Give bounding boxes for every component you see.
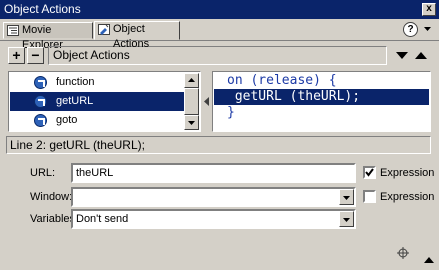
target-icon[interactable] [397,247,409,259]
minus-icon: − [31,47,40,63]
scroll-down-icon [188,121,195,125]
object-actions-icon [98,24,110,35]
list-item-label: getURL [56,95,94,107]
breadcrumb: Object Actions [48,46,387,65]
code-line[interactable]: on (release) { [214,73,429,89]
collapse-up-icon[interactable] [423,254,435,266]
triangle-down-icon[interactable] [394,48,410,63]
list-scrollbar[interactable] [184,73,199,130]
window-label: Window: [30,191,73,203]
scroll-thumb[interactable] [184,88,199,115]
tab-label: Object Actions [113,23,150,50]
collapse-left-icon[interactable] [204,97,210,106]
variables-select[interactable]: Don't send [71,209,356,229]
actions-toolbar: + − Object Actions [0,43,439,69]
checkmark-icon [365,168,374,177]
plus-icon: + [12,47,21,63]
tab-object-actions[interactable]: Object Actions [94,21,180,50]
url-label: URL: [30,167,56,179]
list-item-label: goto [56,114,78,126]
list-item[interactable]: function [10,73,186,92]
add-action-button[interactable]: + [8,47,25,64]
movie-explorer-icon [7,25,19,36]
action-icon [34,95,47,108]
scroll-up-button[interactable] [184,73,199,88]
url-expression-checkbox[interactable] [363,166,376,179]
chevron-down-icon [343,196,350,200]
panel-menu-arrow-icon[interactable] [421,22,434,37]
remove-action-button[interactable]: − [27,47,44,64]
window-title: Object Actions [4,2,81,16]
chevron-down-icon [343,218,350,222]
window-combobox[interactable] [71,187,356,207]
close-icon: x [426,3,432,14]
variables-value: Don't send [76,213,129,225]
code-line[interactable]: } [214,105,429,121]
help-icon: ? [407,24,414,35]
list-item-selected[interactable]: getURL [10,92,186,111]
window-expression-checkbox[interactable] [363,190,376,203]
variables-dropdown-button[interactable] [339,211,354,227]
url-expression-label: Expression [380,167,435,179]
code-line-selected[interactable]: getURL (theURL); [214,89,429,105]
window-titlebar[interactable]: Object Actions x [0,0,439,19]
list-item-label: function [56,76,95,88]
url-input[interactable]: theURL [71,163,356,183]
action-icon [34,76,47,89]
scroll-down-button[interactable] [184,115,199,130]
tab-movie-explorer[interactable]: Movie Explorer [3,22,93,51]
panel-tabstrip: Movie Explorer Object Actions [0,19,439,51]
scroll-up-icon [188,78,195,82]
action-icon [34,114,47,127]
pane-splitter[interactable] [203,71,211,132]
triangle-up-icon[interactable] [413,48,429,63]
help-button[interactable]: ? [403,22,418,37]
actions-list[interactable]: function getURL goto [8,71,201,132]
script-pane[interactable]: on (release) { getURL (theURL); } [212,71,431,132]
window-dropdown-button[interactable] [339,189,354,205]
list-item[interactable]: goto [10,111,186,130]
window-expression-label: Expression [380,191,435,203]
close-button[interactable]: x [422,3,436,16]
status-line: Line 2: getURL (theURL); [6,136,431,154]
